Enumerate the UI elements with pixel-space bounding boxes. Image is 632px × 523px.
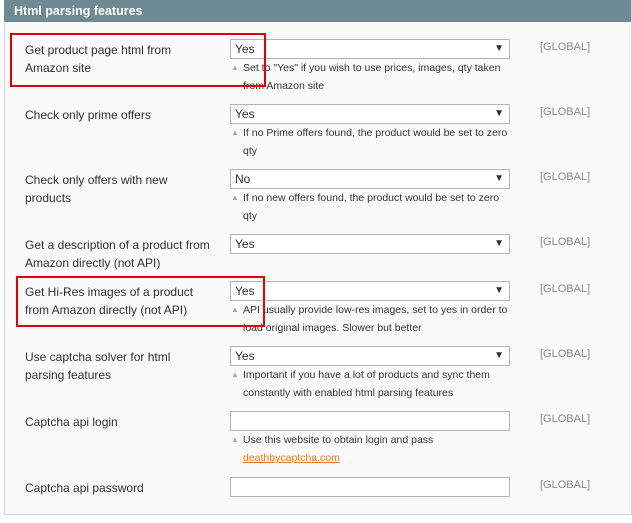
select-value: Yes <box>235 107 255 121</box>
highlight-box-hires-images <box>16 276 265 327</box>
field-note: ▲ Important if you have a lot of products… <box>230 366 515 402</box>
section-header[interactable]: Html parsing features <box>4 0 631 22</box>
highlight-box-product-page <box>10 33 266 87</box>
scope-label: [GLOBAL] <box>540 171 591 183</box>
dropdown-arrow-icon: ▼ <box>494 350 504 361</box>
field-note: ▲ Use this website to obtain login and pa… <box>230 431 515 467</box>
scope-label: [GLOBAL] <box>540 413 591 425</box>
field-label: Captcha api password <box>25 481 144 495</box>
prime-offers-select[interactable]: Yes ▼ <box>230 104 510 124</box>
dropdown-arrow-icon: ▼ <box>494 173 504 184</box>
dropdown-arrow-icon: ▼ <box>494 108 504 119</box>
field-label: Get a description of a product from Amaz… <box>25 238 210 270</box>
hires-images-select[interactable]: Yes ▼ <box>230 281 510 301</box>
description-select[interactable]: Yes ▼ <box>230 234 510 254</box>
field-label: Check only offers with new products <box>25 173 168 205</box>
field-label: Use captcha solver for html parsing feat… <box>25 350 171 382</box>
scope-label: [GLOBAL] <box>540 236 591 248</box>
dropdown-arrow-icon: ▼ <box>494 43 504 54</box>
triangle-icon: ▲ <box>231 193 239 202</box>
product-page-html-select[interactable]: Yes ▼ <box>230 39 510 59</box>
scope-label: [GLOBAL] <box>540 41 591 53</box>
captcha-solver-select[interactable]: Yes ▼ <box>230 346 510 366</box>
select-value: Yes <box>235 237 255 251</box>
captcha-login-input[interactable] <box>230 411 510 431</box>
field-label: Check only prime offers <box>25 108 151 122</box>
field-note: ▲ If no Prime offers found, the product w… <box>230 124 515 160</box>
triangle-icon: ▲ <box>231 128 239 137</box>
scope-label: [GLOBAL] <box>540 479 591 491</box>
new-offers-select[interactable]: No ▼ <box>230 169 510 189</box>
captcha-password-input[interactable] <box>230 477 510 497</box>
field-note: ▲ Set to "Yes" if you wish to use prices,… <box>230 59 515 95</box>
triangle-icon: ▲ <box>231 435 239 444</box>
select-value: No <box>235 172 251 186</box>
dropdown-arrow-icon: ▼ <box>494 285 504 296</box>
field-note: ▲ API usually provide low-res images, set… <box>230 301 515 337</box>
triangle-icon: ▲ <box>231 370 239 379</box>
scope-label: [GLOBAL] <box>540 106 591 118</box>
scope-label: [GLOBAL] <box>540 348 591 360</box>
field-note: ▲ If no new offers found, the product wou… <box>230 189 515 225</box>
deathbycaptcha-link[interactable]: deathbycaptcha.com <box>243 452 340 464</box>
field-label: Captcha api login <box>25 415 118 429</box>
select-value: Yes <box>235 349 255 363</box>
dropdown-arrow-icon: ▼ <box>494 238 504 249</box>
scope-label: [GLOBAL] <box>540 283 591 295</box>
